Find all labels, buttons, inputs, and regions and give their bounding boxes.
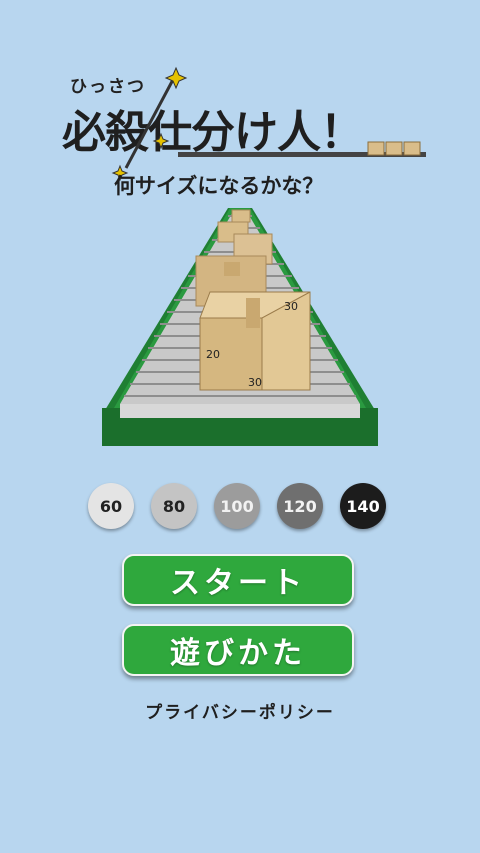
size-chip-100: 100 <box>214 483 260 529</box>
privacy-policy-link[interactable]: プライバシーポリシー <box>0 698 480 723</box>
size-chip-label: 80 <box>162 496 186 516</box>
conveyor-illustration: 30 20 30 <box>102 208 378 446</box>
size-chip-label: 140 <box>346 496 380 516</box>
box-label-left: 20 <box>206 348 220 361</box>
how-to-play-button[interactable]: 遊びかた <box>122 624 354 676</box>
game-logo: ひっさつ 必殺仕分け人！ 何サイズになるかな？ <box>0 0 480 200</box>
size-chip-label: 100 <box>220 496 254 516</box>
game-subtitle: 何サイズになるかな？ <box>114 173 324 198</box>
size-chip-60: 60 <box>88 483 134 529</box>
cardboard-box: 30 20 30 <box>199 291 311 391</box>
mini-box-icon <box>367 141 421 156</box>
size-chip-label: 60 <box>99 496 123 516</box>
katana-icon <box>124 73 178 169</box>
box-label-bottom: 30 <box>248 376 262 389</box>
sparkle-icon <box>152 132 170 150</box>
box-label-top: 30 <box>284 300 298 313</box>
size-chip-140: 140 <box>340 483 386 529</box>
start-button[interactable]: スタート <box>122 554 354 606</box>
size-chip-label: 120 <box>283 496 317 516</box>
size-chip-80: 80 <box>151 483 197 529</box>
size-selector: 60 80 100 120 140 <box>88 483 398 529</box>
size-chip-120: 120 <box>277 483 323 529</box>
